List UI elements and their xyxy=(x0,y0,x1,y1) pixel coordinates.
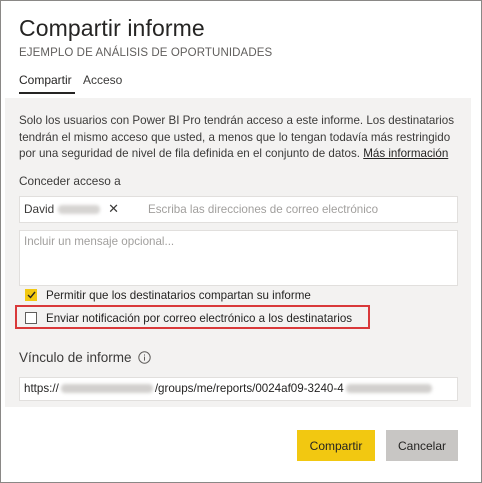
share-report-dialog: Compartir informe EJEMPLO DE ANÁLISIS DE… xyxy=(0,0,482,483)
dialog-subtitle: EJEMPLO DE ANÁLISIS DE OPORTUNIDADES xyxy=(19,47,273,59)
redacted-surname xyxy=(58,204,101,214)
email-notification-label: Enviar notificación por correo electróni… xyxy=(46,311,353,325)
tab-share[interactable]: Compartir xyxy=(19,73,72,87)
recipient-chip: David ✕ xyxy=(24,200,119,218)
report-link-url-path: /groups/me/reports/0024af09-3240-4 xyxy=(154,382,344,395)
recipients-field[interactable]: David ✕ xyxy=(19,196,458,223)
share-button[interactable]: Compartir xyxy=(297,430,375,461)
active-tab-indicator xyxy=(19,92,75,94)
recipient-chip-name: David xyxy=(24,202,55,216)
tab-access[interactable]: Acceso xyxy=(83,73,122,87)
report-link-label-text: Vínculo de informe xyxy=(19,350,132,365)
report-link-url-prefix: https:// xyxy=(24,382,59,395)
redacted-report-id xyxy=(345,384,432,393)
info-text: Solo los usuarios con Power BI Pro tendr… xyxy=(19,113,459,163)
email-notification-checkbox[interactable] xyxy=(25,312,37,324)
allow-reshare-option[interactable]: Permitir que los destinatarios compartan… xyxy=(25,287,311,303)
email-input[interactable] xyxy=(148,199,448,219)
allow-reshare-label: Permitir que los destinatarios compartan… xyxy=(46,288,311,302)
grant-access-label: Conceder acceso a xyxy=(19,174,121,188)
redacted-domain xyxy=(60,384,153,393)
report-link-field[interactable]: https:// /groups/me/reports/0024af09-324… xyxy=(19,377,458,401)
message-input[interactable] xyxy=(19,230,458,286)
cancel-button[interactable]: Cancelar xyxy=(386,430,458,461)
email-notification-option[interactable]: Enviar notificación por correo electróni… xyxy=(25,310,352,326)
share-panel: Solo los usuarios con Power BI Pro tendr… xyxy=(5,98,471,407)
checkmark-icon xyxy=(27,291,36,299)
report-link-label: Vínculo de informe xyxy=(19,350,151,365)
learn-more-link[interactable]: Más información xyxy=(363,147,448,160)
info-icon[interactable] xyxy=(137,351,151,364)
report-link-url: https:// /groups/me/reports/0024af09-324… xyxy=(24,382,434,395)
allow-reshare-checkbox[interactable] xyxy=(25,289,37,301)
close-icon[interactable]: ✕ xyxy=(108,201,119,217)
dialog-title: Compartir informe xyxy=(19,15,205,41)
